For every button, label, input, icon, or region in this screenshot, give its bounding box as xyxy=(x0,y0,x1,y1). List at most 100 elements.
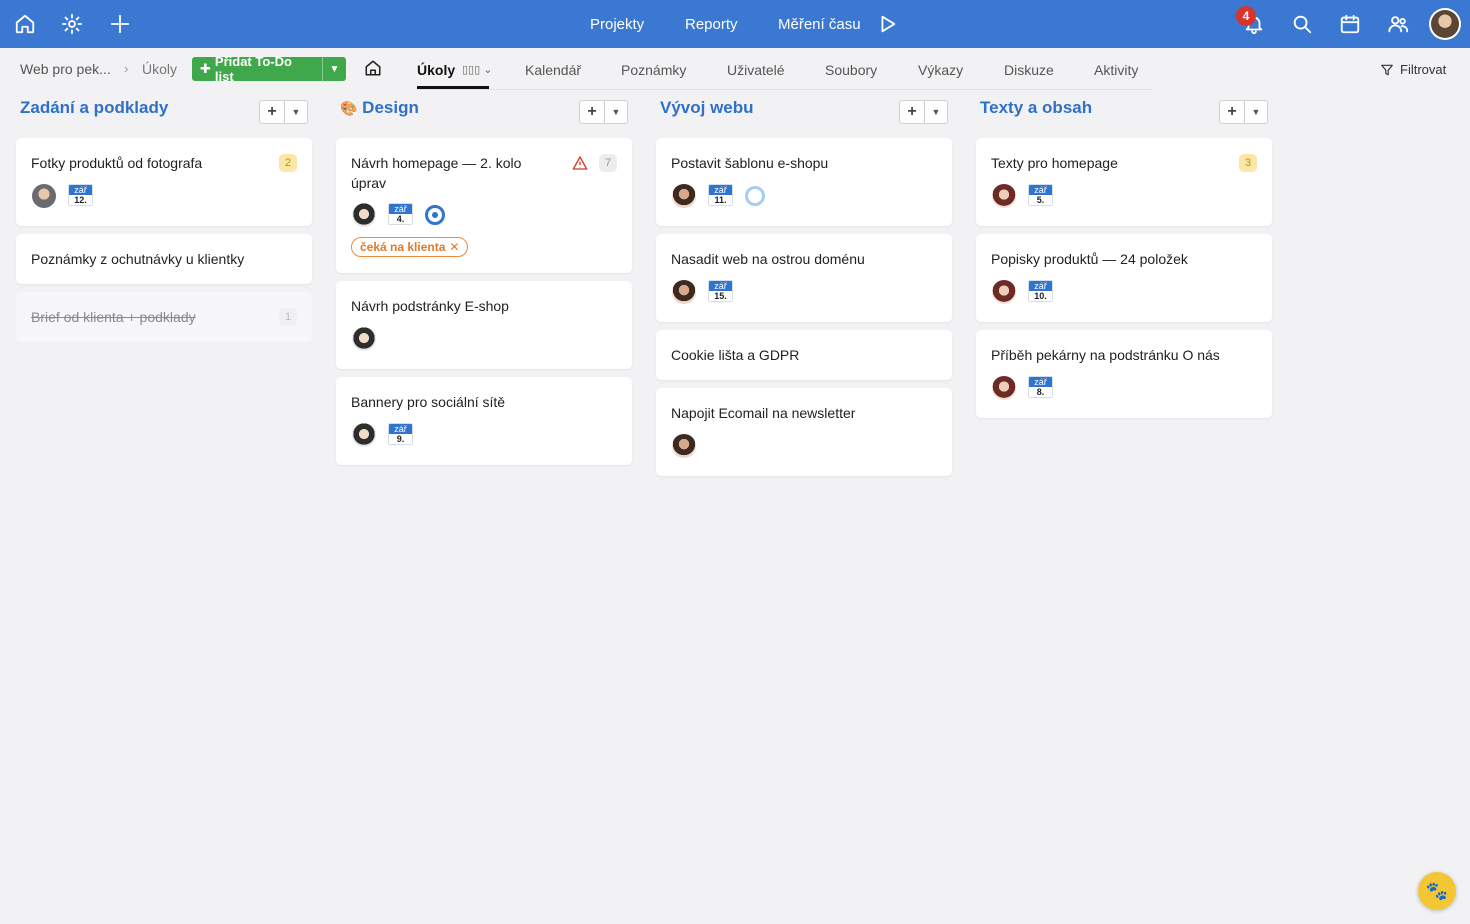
task-card[interactable]: Návrh homepage — 2. kolo úprav 7 zář 4. … xyxy=(336,138,632,273)
assignee-avatar[interactable] xyxy=(352,327,376,351)
close-icon[interactable]: ✕ xyxy=(449,240,459,254)
board-view-icon[interactable]: ▯▯▯ ⌄ xyxy=(462,63,492,76)
due-date-badge[interactable]: zář 5. xyxy=(1028,184,1053,206)
task-title[interactable]: Popisky produktů — 24 položek xyxy=(991,249,1188,269)
tab-diskuze[interactable]: Diskuze xyxy=(1004,62,1054,78)
assignee-avatar[interactable] xyxy=(992,280,1016,304)
assignee-avatar[interactable] xyxy=(352,423,376,447)
gear-icon[interactable] xyxy=(60,12,84,36)
task-title[interactable]: Fotky produktů od fotografa xyxy=(31,153,202,173)
task-card[interactable]: Postavit šablonu e-shopu zář 11. xyxy=(656,138,952,226)
due-month: zář xyxy=(709,185,732,195)
nav-projekty[interactable]: Projekty xyxy=(590,0,644,48)
chevron-down-icon[interactable]: ▼ xyxy=(925,101,947,123)
project-home-icon[interactable] xyxy=(364,59,382,77)
assignee-avatar[interactable] xyxy=(672,434,696,458)
not-started-icon[interactable] xyxy=(745,186,765,206)
chevron-down-icon[interactable]: ▼ xyxy=(605,101,627,123)
play-icon[interactable] xyxy=(875,12,899,36)
column-title-zadani[interactable]: Zadání a podklady xyxy=(20,98,168,118)
tab-soubory[interactable]: Soubory xyxy=(825,62,877,78)
notification-badge: 4 xyxy=(1236,6,1256,26)
task-card[interactable]: Příběh pekárny na podstránku O nás zář 8… xyxy=(976,330,1272,418)
comment-count-badge[interactable]: 1 xyxy=(279,308,297,326)
tab-aktivity[interactable]: Aktivity xyxy=(1094,62,1138,78)
task-title[interactable]: Brief od klienta + podklady xyxy=(31,307,196,327)
tab-vykazy[interactable]: Výkazy xyxy=(918,62,963,78)
add-task-button[interactable]: + xyxy=(900,101,925,123)
add-todo-list-button[interactable]: ✚ Přidat To-Do list ▼ xyxy=(192,54,346,84)
task-card[interactable]: Fotky produktů od fotografa 2 zář 12. xyxy=(16,138,312,226)
chevron-down-icon[interactable]: ▼ xyxy=(285,101,307,123)
column-title-vyvoj[interactable]: Vývoj webu xyxy=(660,98,754,118)
column-controls-design: + ▼ xyxy=(579,100,628,124)
task-title[interactable]: Návrh homepage — 2. kolo úprav xyxy=(351,153,556,193)
search-icon[interactable] xyxy=(1290,12,1314,36)
assignee-avatar[interactable] xyxy=(672,280,696,304)
column-title-texty[interactable]: Texty a obsah xyxy=(980,98,1092,118)
home-icon[interactable] xyxy=(13,12,37,36)
status-tag[interactable]: čeká na klienta ✕ xyxy=(351,237,469,257)
due-date-badge[interactable]: zář 11. xyxy=(708,184,733,206)
due-date-badge[interactable]: zář 4. xyxy=(388,203,413,225)
assignee-avatar[interactable] xyxy=(672,184,696,208)
add-task-button[interactable]: + xyxy=(580,101,605,123)
due-date-badge[interactable]: zář 15. xyxy=(708,280,733,302)
task-title[interactable]: Cookie lišta a GDPR xyxy=(671,345,799,365)
breadcrumb-current[interactable]: Úkoly xyxy=(142,61,177,77)
assignee-avatar[interactable] xyxy=(352,203,376,227)
comment-count-badge[interactable]: 7 xyxy=(599,154,617,172)
task-title[interactable]: Postavit šablonu e-shopu xyxy=(671,153,828,173)
users-icon[interactable] xyxy=(1386,12,1410,36)
task-card[interactable]: Nasadit web na ostrou doménu zář 15. xyxy=(656,234,952,322)
chevron-down-icon[interactable]: ▼ xyxy=(1245,101,1267,123)
task-card[interactable]: Poznámky z ochutnávky u klientky xyxy=(16,234,312,284)
nav-reporty[interactable]: Reporty xyxy=(685,0,738,48)
comment-count-badge[interactable]: 2 xyxy=(279,154,297,172)
tab-poznamky[interactable]: Poznámky xyxy=(621,62,686,78)
chevron-down-icon[interactable]: ▼ xyxy=(322,57,346,81)
assignee-avatar[interactable] xyxy=(992,184,1016,208)
due-date-badge[interactable]: zář 9. xyxy=(388,423,413,445)
task-title[interactable]: Napojit Ecomail na newsletter xyxy=(671,403,855,423)
due-day: 15. xyxy=(714,291,727,301)
due-month: zář xyxy=(709,281,732,291)
tab-kalendar[interactable]: Kalendář xyxy=(525,62,581,78)
in-progress-icon[interactable] xyxy=(425,205,445,225)
due-date-badge[interactable]: zář 10. xyxy=(1028,280,1053,302)
due-date-badge[interactable]: zář 12. xyxy=(68,184,93,206)
column-controls-texty: + ▼ xyxy=(1219,100,1268,124)
calendar-icon[interactable] xyxy=(1338,12,1362,36)
due-day: 12. xyxy=(74,195,87,205)
column-controls-zadani: + ▼ xyxy=(259,100,308,124)
tab-uzivatele[interactable]: Uživatelé xyxy=(727,62,785,78)
task-card[interactable]: Návrh podstránky E-shop xyxy=(336,281,632,369)
comment-count-badge[interactable]: 3 xyxy=(1239,154,1257,172)
task-title[interactable]: Příběh pekárny na podstránku O nás xyxy=(991,345,1220,365)
tab-ukoly[interactable]: Úkoly xyxy=(417,62,455,78)
assignee-avatar[interactable] xyxy=(992,376,1016,400)
nav-mereni-casu[interactable]: Měření času xyxy=(778,0,861,48)
task-card-completed[interactable]: Brief od klienta + podklady 1 xyxy=(16,292,312,342)
breadcrumb-project[interactable]: Web pro pek... xyxy=(20,61,111,77)
filter-button[interactable]: Filtrovat xyxy=(1380,62,1446,77)
column-title-design[interactable]: 🎨 Design xyxy=(340,98,419,118)
task-title[interactable]: Texty pro homepage xyxy=(991,153,1118,173)
add-task-button[interactable]: + xyxy=(260,101,285,123)
user-avatar[interactable] xyxy=(1429,8,1461,40)
task-title[interactable]: Bannery pro sociální sítě xyxy=(351,392,505,412)
plus-icon[interactable] xyxy=(108,12,132,36)
due-date-badge[interactable]: zář 8. xyxy=(1028,376,1053,398)
add-task-button[interactable]: + xyxy=(1220,101,1245,123)
task-title[interactable]: Poznámky z ochutnávky u klientky xyxy=(31,249,244,269)
task-title[interactable]: Nasadit web na ostrou doménu xyxy=(671,249,865,269)
task-card[interactable]: Texty pro homepage 3 zář 5. xyxy=(976,138,1272,226)
task-card[interactable]: Napojit Ecomail na newsletter xyxy=(656,388,952,476)
due-month: zář xyxy=(389,424,412,434)
assignee-avatar[interactable] xyxy=(32,184,56,208)
task-title[interactable]: Návrh podstránky E-shop xyxy=(351,296,509,316)
task-card[interactable]: Bannery pro sociální sítě zář 9. xyxy=(336,377,632,465)
task-card[interactable]: Popisky produktů — 24 položek zář 10. xyxy=(976,234,1272,322)
task-card[interactable]: Cookie lišta a GDPR xyxy=(656,330,952,380)
help-assistant-icon[interactable]: 🐾 xyxy=(1418,872,1456,910)
